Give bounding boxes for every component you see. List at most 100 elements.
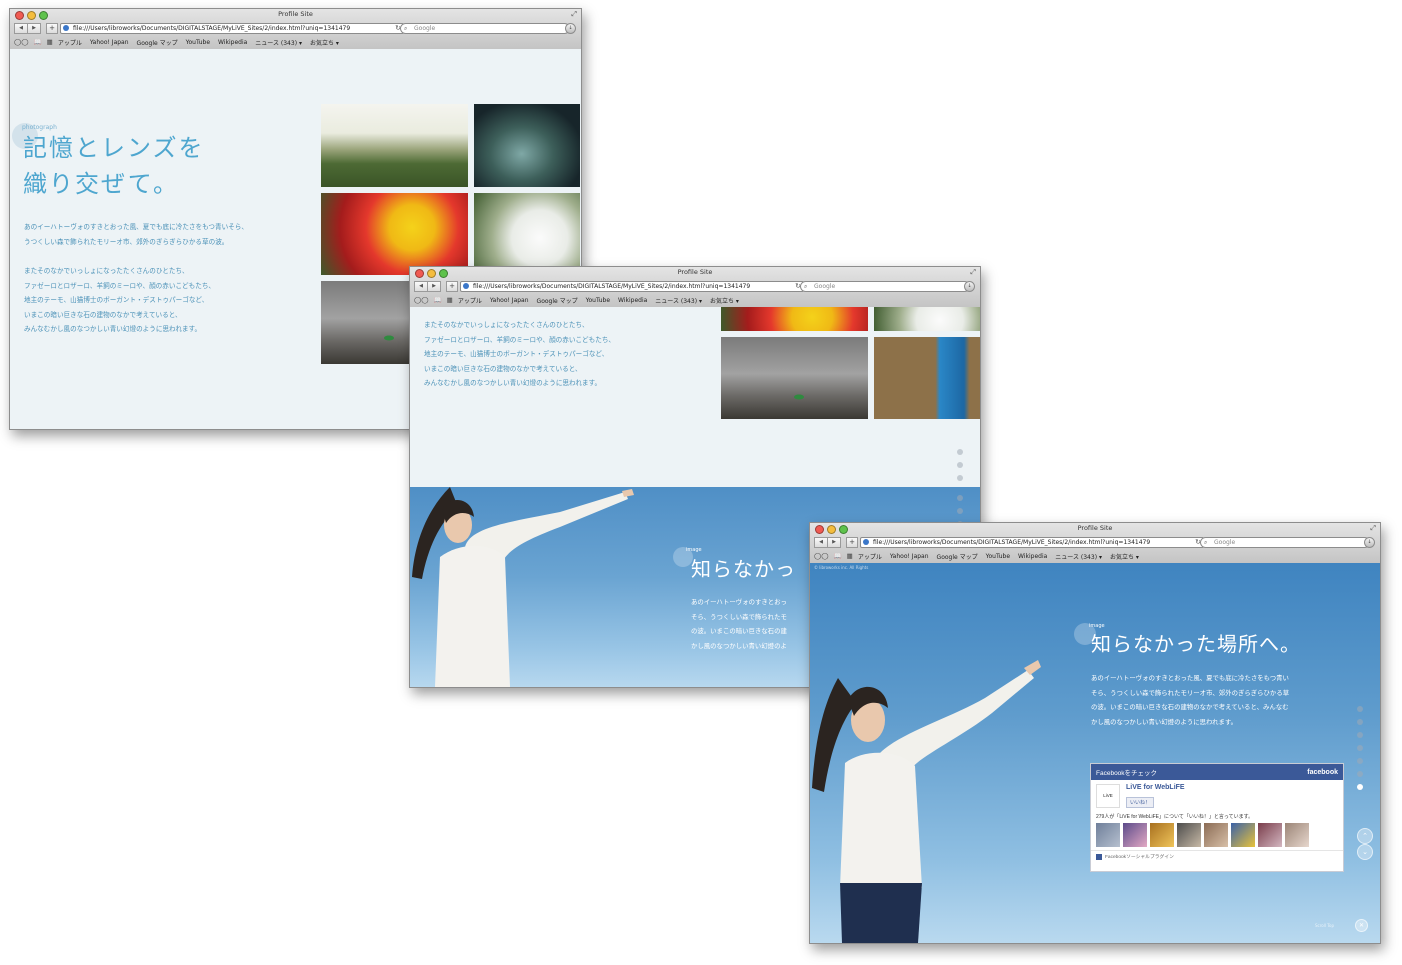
story-paragraph: またそのなかでいっしょになったたくさんのひとたち、 ファゼーロとロザーロ、羊飼の… bbox=[24, 267, 216, 333]
reading-list-icon[interactable]: ◯◯ bbox=[14, 38, 29, 46]
window-title: Profile Site bbox=[677, 268, 713, 276]
search-field[interactable]: ⌕ Google bbox=[400, 23, 570, 34]
like-button[interactable]: いいね！ bbox=[1126, 797, 1155, 808]
section-nav-dot[interactable] bbox=[1357, 732, 1363, 738]
bookmark-item[interactable]: お気立ち ▾ bbox=[710, 296, 739, 305]
photo-beetle[interactable] bbox=[721, 337, 868, 419]
section-nav-dot[interactable] bbox=[1357, 771, 1363, 777]
bookmark-item[interactable]: Yahoo! Japan bbox=[490, 297, 529, 304]
back-button[interactable]: ◀ bbox=[414, 281, 428, 292]
bookmark-item[interactable]: お気立ち ▾ bbox=[1110, 552, 1139, 561]
hero-title: 知らなかった場所へ。 bbox=[1091, 632, 1301, 656]
bookmark-item[interactable]: Wikipedia bbox=[618, 297, 647, 304]
bookmark-item[interactable]: お気立ち ▾ bbox=[310, 38, 339, 47]
photo-hydrangea[interactable] bbox=[874, 307, 980, 331]
search-field[interactable]: ⌕ Google bbox=[1200, 537, 1370, 548]
browser-chrome: Profile Site ⤢ ◀ ▶ + file:///Users/libro… bbox=[410, 267, 980, 308]
bookmark-item[interactable]: アップル bbox=[858, 552, 882, 561]
bookmarks-icon[interactable]: 📖 bbox=[834, 552, 842, 560]
address-bar[interactable]: file:///Users/libroworks/Documents/DIGIT… bbox=[60, 23, 404, 34]
photo-water[interactable] bbox=[474, 104, 580, 187]
section-nav-dot[interactable] bbox=[957, 495, 963, 501]
photo-hydrangea[interactable] bbox=[474, 193, 580, 275]
back-button[interactable]: ◀ bbox=[814, 537, 828, 548]
bookmarks-icon[interactable]: 📖 bbox=[434, 296, 442, 304]
close-circle-button[interactable]: ✕ bbox=[1355, 919, 1368, 932]
fan-avatar[interactable] bbox=[1258, 823, 1282, 847]
fan-avatar[interactable] bbox=[1123, 823, 1147, 847]
bookmark-item[interactable]: Google マップ bbox=[137, 38, 178, 47]
top-sites-icon[interactable]: ▦ bbox=[447, 296, 453, 304]
scroll-up-button[interactable]: ⌃ bbox=[1357, 828, 1373, 844]
page-logo[interactable]: LiVE bbox=[1096, 784, 1120, 808]
scroll-top-label: Scroll Top bbox=[1315, 923, 1334, 928]
bookmark-item[interactable]: アップル bbox=[458, 296, 482, 305]
section-nav-dot[interactable] bbox=[1357, 719, 1363, 725]
top-sites-icon[interactable]: ▦ bbox=[847, 552, 853, 560]
search-field[interactable]: ⌕ Google bbox=[800, 281, 970, 292]
forward-button[interactable]: ▶ bbox=[28, 23, 41, 34]
forward-button[interactable]: ▶ bbox=[828, 537, 841, 548]
window-title: Profile Site bbox=[1077, 524, 1113, 532]
woman-pointing-illustration bbox=[812, 660, 1041, 943]
bookmarks-bar: ◯◯ 📖 ▦ アップル Yahoo! Japan Google マップ YouT… bbox=[810, 550, 1380, 562]
bookmark-item[interactable]: YouTube bbox=[586, 297, 610, 304]
bookmark-item[interactable]: Google マップ bbox=[537, 296, 578, 305]
bookmark-item[interactable]: Google マップ bbox=[937, 552, 978, 561]
fan-avatar[interactable] bbox=[1177, 823, 1201, 847]
bookmark-item[interactable]: アップル bbox=[58, 38, 82, 47]
reading-list-icon[interactable]: ◯◯ bbox=[414, 296, 429, 304]
photo-lily[interactable] bbox=[321, 193, 468, 275]
fan-avatar[interactable] bbox=[1231, 823, 1255, 847]
photo-lily[interactable] bbox=[721, 307, 868, 331]
fan-avatar[interactable] bbox=[1150, 823, 1174, 847]
section-nav-dot[interactable] bbox=[957, 508, 963, 514]
browser-window-3: Profile Site ⤢ ◀ ▶ + file:///Users/libro… bbox=[809, 522, 1381, 944]
bookmarks-icon[interactable]: 📖 bbox=[34, 38, 42, 46]
bookmark-item[interactable]: ニュース (343) ▾ bbox=[655, 296, 702, 305]
section-nav-dot[interactable] bbox=[1357, 706, 1363, 712]
downloads-icon[interactable]: ↓ bbox=[565, 23, 576, 34]
fullscreen-icon[interactable]: ⤢ bbox=[1370, 524, 1376, 533]
section-nav-dot[interactable] bbox=[957, 462, 963, 468]
section-nav-dot[interactable] bbox=[1357, 758, 1363, 764]
bookmark-item[interactable]: Yahoo! Japan bbox=[890, 553, 929, 560]
bookmark-item[interactable]: ニュース (343) ▾ bbox=[255, 38, 302, 47]
woman-pointing-illustration bbox=[412, 487, 634, 687]
bookmark-item[interactable]: Yahoo! Japan bbox=[90, 39, 129, 46]
bookmark-item[interactable]: ニュース (343) ▾ bbox=[1055, 552, 1102, 561]
fan-avatar[interactable] bbox=[1204, 823, 1228, 847]
scroll-down-button[interactable]: ⌄ bbox=[1357, 844, 1373, 860]
add-bookmark-button[interactable]: + bbox=[46, 23, 58, 34]
photo-bench[interactable] bbox=[874, 337, 980, 419]
bookmark-item[interactable]: Wikipedia bbox=[1018, 553, 1047, 560]
add-bookmark-button[interactable]: + bbox=[846, 537, 858, 548]
section-nav-dot[interactable] bbox=[1357, 745, 1363, 751]
fullscreen-icon[interactable]: ⤢ bbox=[970, 268, 976, 277]
fan-avatar[interactable] bbox=[1285, 823, 1309, 847]
bookmark-item[interactable]: YouTube bbox=[986, 553, 1010, 560]
section-nav-dot[interactable] bbox=[957, 475, 963, 481]
address-bar[interactable]: file:///Users/libroworks/Documents/DIGIT… bbox=[860, 537, 1204, 548]
top-sites-icon[interactable]: ▦ bbox=[47, 38, 53, 46]
facebook-page-name[interactable]: LiVE for WebLiFE bbox=[1126, 784, 1185, 791]
facebook-plugin-label[interactable]: Facebookソーシャルプラグイン bbox=[1105, 855, 1174, 860]
bookmark-item[interactable]: YouTube bbox=[186, 39, 210, 46]
back-button[interactable]: ◀ bbox=[14, 23, 28, 34]
fan-avatar[interactable] bbox=[1096, 823, 1120, 847]
search-icon: ⌕ bbox=[404, 25, 408, 32]
downloads-icon[interactable]: ↓ bbox=[1364, 537, 1375, 548]
reading-list-icon[interactable]: ◯◯ bbox=[814, 552, 829, 560]
facebook-like-box: Facebookをチェック facebook LiVE LiVE for Web… bbox=[1090, 763, 1344, 872]
bookmark-item[interactable]: Wikipedia bbox=[218, 39, 247, 46]
address-bar[interactable]: file:///Users/libroworks/Documents/DIGIT… bbox=[460, 281, 804, 292]
photo-trees[interactable] bbox=[321, 104, 468, 187]
section-nav-dot[interactable] bbox=[957, 449, 963, 455]
browser-chrome: Profile Site ⤢ ◀ ▶ + file:///Users/libro… bbox=[810, 523, 1380, 564]
facebook-logo[interactable]: facebook bbox=[1307, 769, 1338, 776]
section-nav-dot-active[interactable] bbox=[1357, 784, 1363, 790]
add-bookmark-button[interactable]: + bbox=[446, 281, 458, 292]
downloads-icon[interactable]: ↓ bbox=[964, 281, 975, 292]
forward-button[interactable]: ▶ bbox=[428, 281, 441, 292]
fullscreen-icon[interactable]: ⤢ bbox=[571, 10, 577, 19]
